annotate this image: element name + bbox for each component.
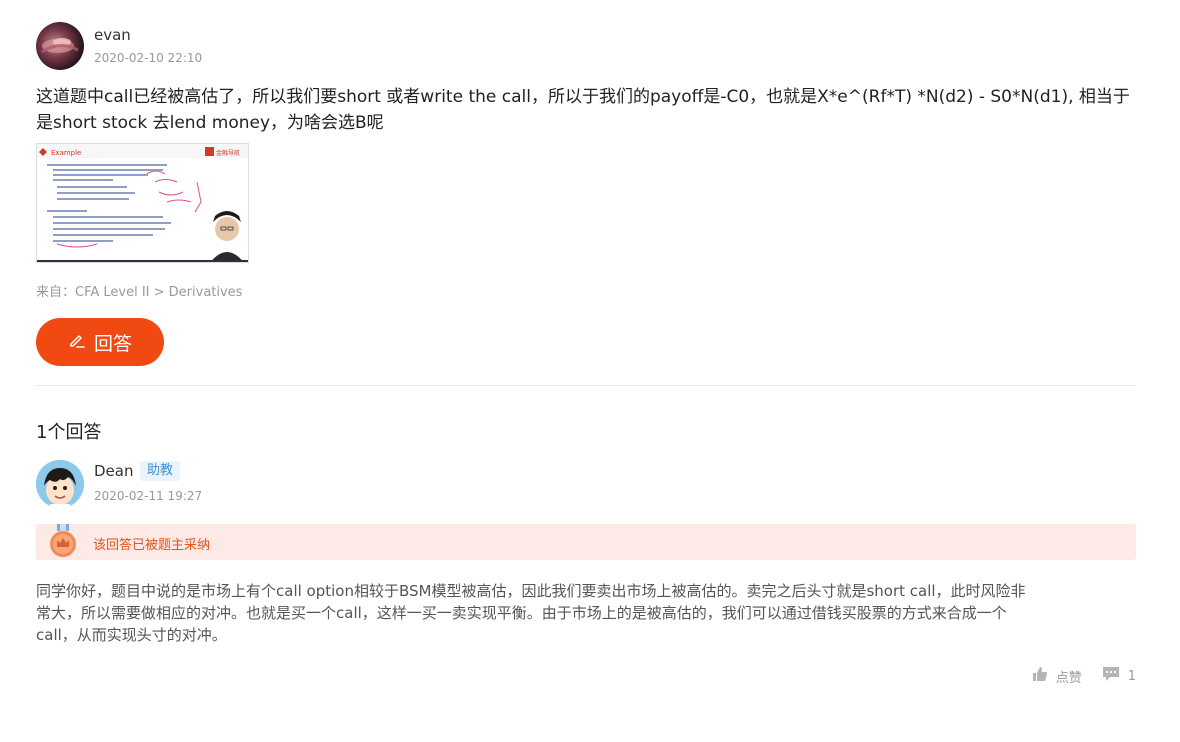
answers-count-heading: 1个回答 [36,422,102,443]
thumbs-up-icon [1032,666,1048,686]
question-timestamp: 2020-02-10 22:10 [94,51,203,65]
lecture-slide-thumbnail: Example 金融导航 [37,144,248,262]
slide-brand: 金融导航 [216,149,240,157]
answer-author-avatar[interactable] [36,460,84,508]
comment-button[interactable]: 1 [1102,666,1136,686]
answer-text: 同学你好，题目中说的是市场上有个call option相较于BSM模型被高估，因… [36,582,1026,644]
answer-button-label: 回答 [93,332,132,355]
answer-timestamp: 2020-02-11 19:27 [94,489,203,503]
cartoon-avatar-image [36,460,84,508]
accepted-answer-text: 该回答已被题主采纳 [93,538,211,553]
accepted-answer-banner: 该回答已被题主采纳 [36,524,1136,560]
assistant-badge: 助教 [140,461,181,481]
answer-actions: 点赞 1 [1032,666,1136,686]
like-button[interactable]: 点赞 [1032,666,1082,686]
question-author-avatar[interactable] [36,22,84,70]
answer-author-name[interactable]: Dean [94,462,133,480]
question-attachment-image[interactable]: Example 金融导航 [36,143,249,263]
comment-count: 1 [1127,668,1136,684]
medal-icon [46,524,80,560]
section-divider [36,385,1136,386]
question-source: 来自：CFA Level II > Derivatives [36,285,243,300]
comment-icon [1102,666,1120,686]
brand-logo-icon [205,147,214,156]
avatar-image [41,38,79,54]
pencil-icon [68,331,86,354]
like-label: 点赞 [1055,670,1082,686]
question-author-name[interactable]: evan [94,26,131,44]
answer-button[interactable]: 回答 [36,318,164,366]
question-text: 这道题中call已经被高估了，所以我们要short 或者write the ca… [36,87,1130,133]
qa-page: evan 2020-02-10 22:10 这道题中call已经被高估了，所以我… [0,0,1180,742]
slide-title: Example [51,149,81,157]
